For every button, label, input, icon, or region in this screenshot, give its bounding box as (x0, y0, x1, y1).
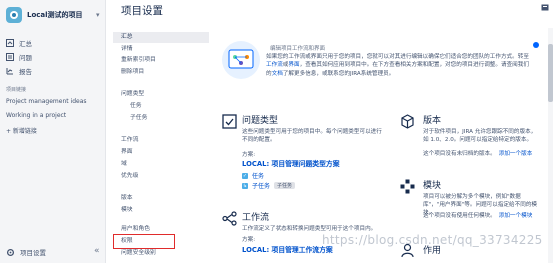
dismiss-intro-button[interactable] (533, 42, 539, 48)
intro-text: 如果您的工作流或界面只用于您的项目，您就可以对其进行编辑以确保它们适合您的团队的… (266, 53, 534, 78)
sidebar-item-reports[interactable]: 报告 (6, 66, 32, 76)
intro-title: 编辑项目工作流和界面 (270, 46, 326, 52)
sidebar-item-label: 报告 (19, 68, 32, 76)
issue-types-desc: 这些问题类型可用于您的项目中。每个问题类型可以进行不同的配置。 (242, 129, 382, 143)
add-module-link[interactable]: 添加一个模块 (499, 213, 533, 219)
subtask-badge: 子任务 (274, 182, 296, 189)
issues-icon (6, 53, 14, 61)
sidebar: Local测试的项目 ▾ 汇总 问题 报告 项目链接 Project manag… (0, 0, 106, 263)
scrollbar-thumb[interactable] (548, 44, 553, 102)
sidebar-link[interactable]: Working in a project (6, 112, 66, 119)
workflow-icon (222, 211, 237, 226)
settings-nav-issue-security[interactable]: 问题安全级别 (113, 248, 209, 259)
workflow-scheme-label: 方案: (242, 237, 256, 243)
settings-nav-issue-types[interactable]: 问题类型 (113, 89, 209, 100)
task-icon: ✓ (242, 172, 248, 179)
issue-type-subtask[interactable]: ↳ 子任务 子任务 (242, 181, 296, 190)
versions-title: 版本 (423, 116, 442, 126)
gear-icon (6, 248, 15, 256)
issue-types-icon (222, 114, 237, 129)
summary-icon (6, 39, 14, 47)
workflow-desc: 工作流定义了状态和转换问题类型可用于这个项目内。 (242, 226, 377, 232)
settings-nav-reindex[interactable]: 重新索引项目 (113, 55, 209, 66)
settings-nav-versions[interactable]: 版本 (113, 193, 209, 204)
issue-types-scheme-label: 方案: (242, 152, 256, 158)
issue-types-scheme-link[interactable]: LOCAL: 项目管理问题类型方案 (242, 158, 340, 168)
workflow-scheme-link[interactable]: LOCAL: 项目管理工作流方案 (242, 244, 333, 254)
sidebar-item-label: 汇总 (19, 40, 32, 48)
workflow-hero-icon (222, 41, 260, 79)
collapse-sidebar-icon[interactable]: « (94, 246, 100, 256)
page-title: 项目设置 (121, 5, 163, 17)
issue-type-label: 任务 (252, 173, 265, 180)
sidebar-item-issues[interactable]: 问题 (6, 52, 32, 62)
project-settings-label: 项目设置 (20, 249, 46, 257)
screens-link[interactable]: 界面 (288, 62, 299, 68)
versions-desc: 对于软件项目，JIRA 允许您跟踪不同的版本，如 1.0、2.0。问题可以指定给… (423, 129, 537, 143)
workflow-title: 工作流 (242, 213, 270, 223)
issue-type-task[interactable]: ✓ 任务 (242, 171, 264, 180)
settings-nav-workflow[interactable]: 工作流 (113, 135, 209, 146)
settings-nav-task[interactable]: 任务 (113, 101, 209, 112)
settings-nav-components[interactable]: 模块 (113, 205, 209, 216)
modules-note: 这个项目没有使用任何模块。 添加一个模块 (423, 212, 548, 220)
sidebar-item-summary[interactable]: 汇总 (6, 38, 32, 48)
intro-text-part: 了解更多信息，或联系您的JIRA系统管理员。 (282, 70, 395, 77)
settings-nav-priorities[interactable]: 优先级 (113, 171, 209, 182)
intro-text-part: 如果您的工作流或界面只用于您的项目，您就可以对其进行编辑以确保它们适合您的团队的… (266, 54, 529, 60)
settings-nav-fields[interactable]: 域 (113, 159, 209, 170)
issue-type-label: 子任务 (252, 183, 271, 190)
add-link-button[interactable]: + 新增链接 (6, 126, 37, 135)
project-links-heading: 项目链接 (6, 87, 27, 93)
issue-types-title: 问题类型 (242, 116, 279, 126)
permissions-highlight (113, 234, 175, 249)
workflow-link[interactable]: 工作流 (266, 62, 283, 68)
add-version-link[interactable]: 添加一个版本 (499, 151, 533, 157)
chevron-down-icon[interactable]: ▾ (96, 11, 100, 19)
project-name: Local测试的项目 (27, 11, 83, 19)
project-settings-button[interactable]: 项目设置 (6, 247, 46, 257)
project-header[interactable]: Local测试的项目 (6, 7, 83, 23)
modules-icon (400, 179, 415, 194)
versions-icon (401, 114, 414, 129)
settings-nav-subtask[interactable]: 子任务 (113, 113, 209, 124)
reports-icon (6, 68, 13, 75)
docs-link[interactable]: 文档 (272, 71, 283, 77)
settings-nav-delete[interactable]: 删除项目 (113, 67, 209, 78)
sidebar-item-label: 问题 (19, 54, 32, 62)
settings-nav-details[interactable]: 详情 (113, 44, 209, 55)
modules-title: 模块 (423, 181, 442, 191)
modules-note-text: 这个项目没有使用任何模块。 (423, 213, 496, 219)
watermark: https://blog.csdn.net/qq_33734225 (322, 233, 543, 247)
settings-nav-screens[interactable]: 界面 (113, 147, 209, 158)
versions-note: 这个项目没有未归档的版本。 添加一个版本 (423, 150, 548, 158)
versions-note-text: 这个项目没有未归档的版本。 (423, 151, 496, 157)
feedback-icon[interactable] (541, 4, 549, 12)
project-avatar (6, 7, 22, 23)
settings-nav-summary[interactable]: 汇总 (113, 32, 209, 43)
sidebar-link[interactable]: Project management ideas (6, 98, 87, 105)
subtask-icon: ↳ (242, 182, 248, 189)
